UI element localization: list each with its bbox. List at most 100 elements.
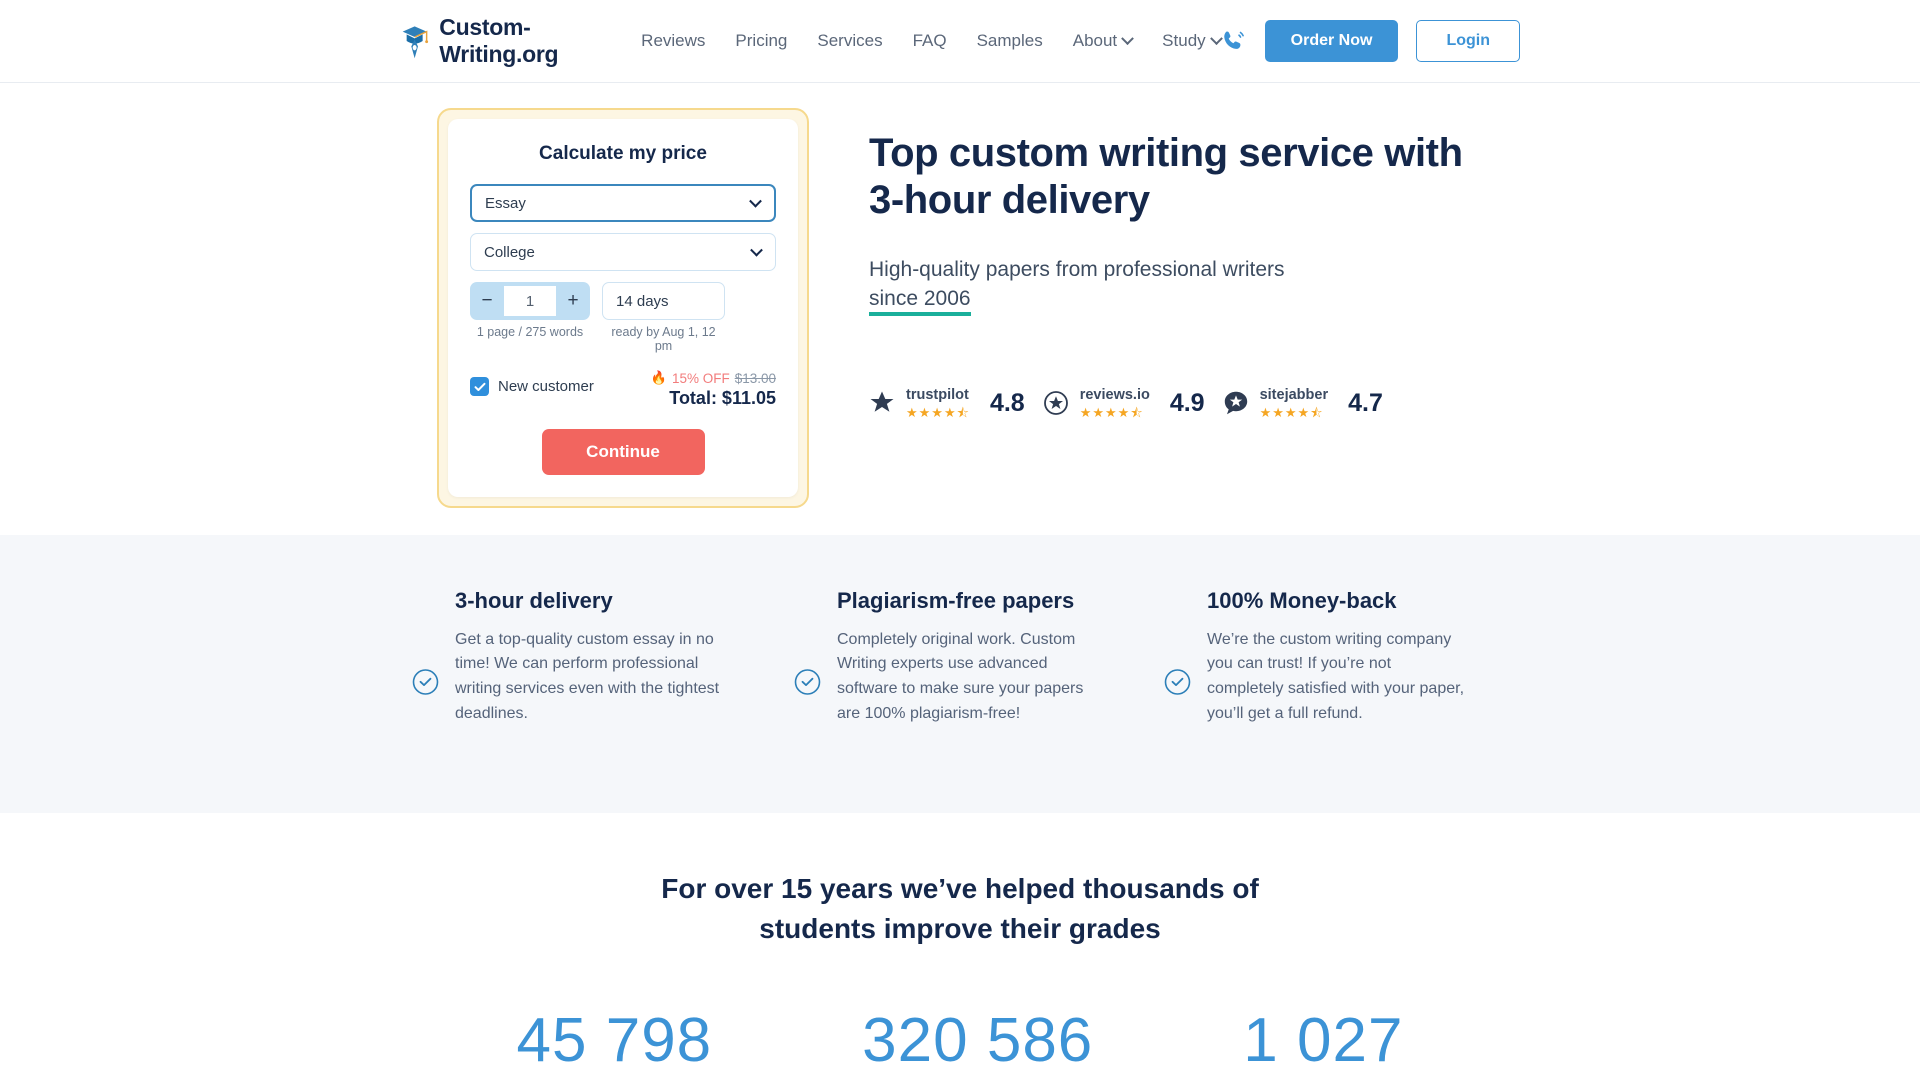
nav-item-samples[interactable]: Samples [977,31,1043,51]
login-button[interactable]: Login [1416,20,1520,62]
review-badge-sitejabber[interactable]: sitejabber ★★★★⯪ 4.7 [1223,387,1383,419]
new-customer-row[interactable]: New customer [470,377,594,396]
feature-body: Get a top-quality custom essay in no tim… [455,630,720,722]
review-badge-trustpilot[interactable]: trustpilot ★★★★⯪ 4.8 [869,387,1025,419]
order-now-button[interactable]: Order Now [1264,20,1399,62]
deadline-hint: ready by Aug 1, 12 pm [611,325,716,353]
nav-label: About [1072,31,1118,50]
total-price: Total: $11.05 [669,388,776,408]
main-nav: Reviews Pricing Services FAQ Samples Abo… [641,31,1223,51]
review-name: reviews.io [1079,387,1150,404]
pages-and-deadline-row: − 1 + 14 days [470,282,776,320]
deadline-select[interactable]: 14 days [602,282,725,320]
review-score: 4.8 [989,388,1025,417]
feature-card-plagiarism: Plagiarism-free papers Completely origin… [794,587,1094,773]
price-row: New customer 🔥 15% OFF $13.00 Total: $11… [470,370,776,409]
hero-subtitle: High-quality papers from professional wr… [869,256,1429,316]
feature-title: 100% Money-back [1207,588,1397,613]
paper-type-value: Essay [485,194,526,212]
chevron-down-icon [749,194,762,208]
price-summary: 🔥 15% OFF $13.00 Total: $11.05 [651,370,776,409]
nav-label: Pricing [735,31,788,50]
trustpilot-star-icon [870,391,894,412]
header-actions: Order Now Login [1221,20,1520,62]
feature-body: Completely original work. Custom Writing… [837,630,1084,722]
check-circle-icon [412,669,439,695]
nav-label: Services [817,31,883,50]
price-calculator: Calculate my price Essay College − 1 + 1… [437,108,809,508]
headline-line-2: 3-hour delivery [869,178,1150,223]
feature-body: We’re the custom writing company you can… [1207,630,1465,722]
continue-button[interactable]: Continue [541,429,705,475]
hero-content: Top custom writing service with 3-hour d… [869,108,1463,535]
stat-value: 320 586 [862,1005,1094,1075]
site-header: Custom-Writing.org Reviews Pricing Servi… [0,0,1920,83]
nav-label: FAQ [912,31,947,50]
nav-label: Samples [976,31,1043,50]
review-stars: ★★★★⯪ [1259,405,1324,421]
academic-level-value: College [484,243,535,261]
stat-value: 1 027 [1243,1005,1404,1075]
check-icon [474,382,485,391]
nav-item-pricing[interactable]: Pricing [735,31,787,51]
feature-card-moneyback: 100% Money-back We’re the custom writing… [1164,587,1464,773]
feature-title: Plagiarism-free papers [837,588,1075,613]
stats-heading: For over 15 years we’ve helped thousands… [640,869,1280,949]
page-title: Top custom writing service with 3-hour d… [869,130,1463,224]
academic-level-select[interactable]: College [470,233,776,271]
hero-section: Calculate my price Essay College − 1 + 1… [0,83,1920,535]
feature-title: 3-hour delivery [455,588,613,613]
discount-line: 🔥 15% OFF $13.00 [651,370,776,386]
stats-heading-line-1: For over 15 years we’ve helped thousands… [661,873,1259,904]
check-circle-icon [1164,669,1191,695]
review-stars: ★★★★⯪ [1079,405,1144,421]
new-customer-checkbox[interactable] [470,377,489,396]
chevron-down-icon [1121,31,1135,45]
graduation-cap-pen-logo [402,26,429,59]
flame-icon: 🔥 [650,370,667,385]
price-calculator-card: Calculate my price Essay College − 1 + 1… [448,119,798,497]
old-price: $13.00 [734,370,776,386]
nav-label: Reviews [641,31,706,50]
stat-value: 45 798 [516,1005,713,1075]
nav-item-study[interactable]: Study [1162,31,1223,51]
nav-item-reviews[interactable]: Reviews [641,31,705,51]
features-section: 3-hour delivery Get a top-quality custom… [0,535,1920,813]
pages-input[interactable]: 1 [504,286,556,316]
stats-section: For over 15 years we’ve helped thousands… [0,813,1920,1076]
stats-heading-line-2: students improve their grades [759,912,1161,944]
review-score: 4.9 [1169,388,1205,417]
paper-type-select[interactable]: Essay [470,184,776,222]
nav-item-about[interactable]: About [1072,31,1135,51]
brand-logo-link[interactable]: Custom-Writing.org [400,14,579,68]
brand-name: Custom-Writing.org [439,14,559,67]
review-badge-reviewsio[interactable]: reviews.io ★★★★⯪ 4.9 [1043,387,1205,419]
review-badges: trustpilot ★★★★⯪ 4.8 reviews.io ★★★★⯪ 4.… [869,387,1463,419]
calculator-hints: 1 page / 275 words ready by Aug 1, 12 pm [470,325,776,353]
sitejabber-bubble-star-icon [1224,391,1247,415]
review-score: 4.7 [1348,388,1383,417]
discount-badge: 15% OFF [671,370,730,386]
new-customer-label: New customer [498,378,594,395]
pages-hint: 1 page / 275 words [476,325,584,339]
deadline-value: 14 days [616,292,669,310]
subtitle-line-1: High-quality papers from professional wr… [869,258,1285,282]
nav-item-faq[interactable]: FAQ [913,31,947,51]
reviews-io-circle-star-icon [1043,391,1068,415]
stats-numbers: 45 798 320 586 1 027 [0,1005,1920,1076]
nav-label: Study [1162,31,1206,50]
subtitle-underlined: since 2006 [869,286,971,316]
headline-line-1: Top custom writing service with [869,131,1463,175]
increase-pages-button[interactable]: + [556,282,590,320]
calculator-title: Calculate my price [539,143,707,164]
review-name: sitejabber [1259,387,1329,404]
nav-item-services[interactable]: Services [817,31,882,51]
review-name: trustpilot [906,387,969,404]
phone-ring-icon[interactable] [1221,28,1247,54]
feature-card-delivery: 3-hour delivery Get a top-quality custom… [412,587,742,773]
decrease-pages-button[interactable]: − [470,282,504,320]
chevron-down-icon [750,243,763,257]
review-stars: ★★★★⯪ [906,405,970,421]
pages-stepper: − 1 + [470,282,590,320]
check-circle-icon [794,669,821,695]
